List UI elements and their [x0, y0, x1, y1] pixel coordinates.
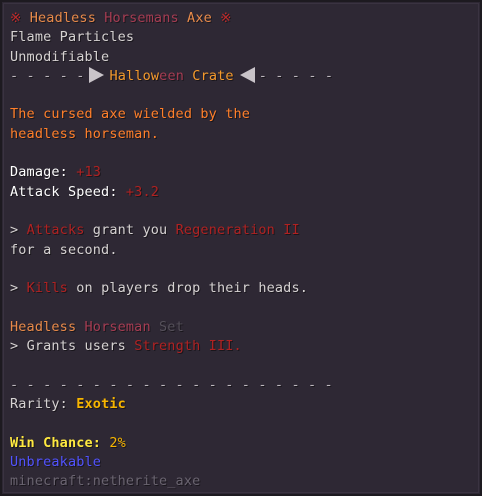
set-effect: Strength III.: [134, 338, 242, 355]
title-part-1: Headless: [29, 10, 96, 26]
title-part-3: Axe: [187, 10, 212, 26]
effect-unmodifiable: Unmodifiable: [10, 48, 110, 65]
ability-text: grant you: [92, 222, 168, 239]
unbreakable-tag: Unbreakable: [10, 453, 102, 470]
damage-label: Damage:: [10, 164, 68, 181]
arrow-right-icon: [88, 66, 104, 83]
rarity-line: Rarity: Exotic: [10, 395, 474, 414]
win-chance-value: 2%: [109, 434, 126, 451]
damage-value: +13: [76, 164, 102, 181]
item-id: minecraft:netherite_axe: [10, 473, 201, 490]
item-tooltip: ※ Headless Horsemans Axe ※ Flame Particl…: [0, 0, 482, 496]
crate-label-b: een: [159, 67, 185, 84]
arrow-left-icon: [239, 66, 255, 83]
set-bonus: > Grants users Strength III.: [10, 337, 474, 356]
item-title: ※ Headless Horsemans Axe ※: [10, 9, 474, 28]
crate-label-a: Hallow: [109, 67, 160, 84]
ability-effect: Regeneration II: [175, 222, 300, 239]
lore-line-1: The cursed axe wielded by the: [10, 106, 251, 123]
title-deco-left: ※: [10, 10, 22, 26]
ability-key: Kills: [26, 280, 68, 297]
separator-line: - - - - - - - - - - - - - - - - - - - -: [10, 376, 333, 393]
rarity-value: Exotic: [76, 395, 126, 412]
ability-text: on players drop their heads.: [76, 280, 309, 297]
tooltip-content: ※ Headless Horsemans Axe ※ Flame Particl…: [10, 9, 474, 491]
crate-dashes-right: - - - - -: [258, 67, 334, 84]
win-chance-label: Win Chance:: [10, 434, 102, 451]
crate-line: - - - - - Halloween Crate - - - - -: [10, 66, 474, 86]
attack-speed-label: Attack Speed:: [10, 183, 118, 200]
rarity-label: Rarity:: [10, 395, 68, 412]
title-part-2: Horsemans: [104, 10, 179, 26]
set-title: Headless Horseman Set: [10, 318, 474, 337]
set-name-2: Horseman: [84, 318, 151, 335]
ability-kills: > Kills on players drop their heads.: [10, 279, 474, 298]
stat-attack-speed: Attack Speed: +3.2: [10, 183, 474, 202]
set-suffix: Set: [159, 318, 184, 335]
effect-flame-particles: Flame Particles: [10, 29, 135, 46]
lore-line-2: headless horseman.: [10, 125, 159, 142]
bullet-icon: >: [10, 280, 19, 297]
bullet-icon: >: [10, 222, 19, 239]
win-chance-line: Win Chance: 2%: [10, 434, 474, 453]
set-grants-text: Grants users: [26, 338, 126, 355]
ability-attacks: > Attacks grant you Regeneration II: [10, 221, 474, 240]
bullet-icon: >: [10, 338, 19, 355]
ability-attacks-continuation: for a second.: [10, 241, 118, 258]
crate-dashes-left: - - - - -: [10, 67, 85, 84]
attack-speed-value: +3.2: [125, 183, 160, 200]
crate-label-c: Crate: [192, 67, 234, 84]
title-deco-right: ※: [220, 10, 232, 26]
ability-key: Attacks: [26, 222, 85, 239]
stat-damage: Damage: +13: [10, 163, 474, 182]
set-name-1: Headless: [10, 318, 77, 335]
